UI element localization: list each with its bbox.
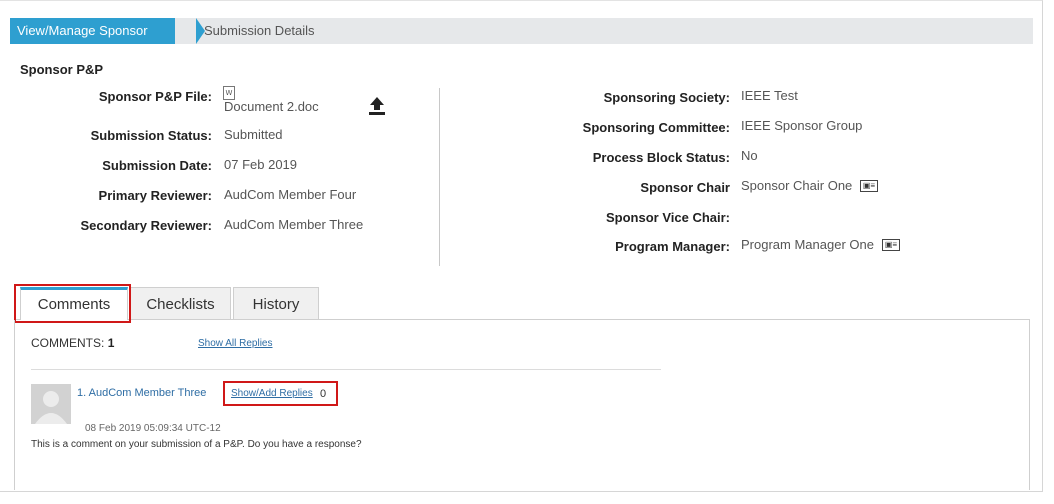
sponsoring-society-label: Sponsoring Society: [603, 90, 730, 105]
sponsoring-committee-value: IEEE Sponsor Group [741, 118, 863, 133]
word-doc-icon[interactable]: W [223, 86, 235, 100]
sponsor-vice-chair-label: Sponsor Vice Chair: [605, 210, 730, 225]
comment-text: This is a comment on your submission of … [31, 439, 362, 450]
comment-author[interactable]: 1. AudCom Member Three [77, 387, 206, 399]
highlight-box-comments-tab [14, 284, 131, 323]
column-divider [439, 88, 440, 266]
comments-count-value: 1 [107, 336, 115, 350]
submission-status-value: Submitted [224, 127, 283, 142]
sponsoring-committee-label: Sponsoring Committee: [582, 120, 730, 135]
program-manager-value: Program Manager One [741, 237, 874, 252]
program-manager-label: Program Manager: [615, 239, 730, 254]
file-label: Sponsor P&P File: [98, 89, 212, 104]
highlight-box-show-add-replies [223, 381, 338, 406]
process-block-status-label: Process Block Status: [592, 150, 730, 165]
primary-reviewer-label: Primary Reviewer: [98, 188, 212, 203]
submission-date-value: 07 Feb 2019 [224, 157, 298, 172]
secondary-reviewer-value: AudCom Member Three [224, 217, 364, 232]
avatar [31, 384, 71, 424]
sponsoring-society-value: IEEE Test [741, 88, 798, 103]
section-title: Sponsor P&P [20, 62, 104, 77]
submission-status-label: Submission Status: [90, 128, 212, 143]
contact-card-icon[interactable]: ▣≡ [860, 180, 878, 192]
comments-count-label: COMMENTS: [31, 336, 105, 350]
secondary-reviewer-label: Secondary Reviewer: [80, 218, 212, 233]
contact-card-icon[interactable]: ▣≡ [882, 239, 900, 251]
file-name-link[interactable]: Document 2.doc [224, 99, 319, 114]
tab-checklists[interactable]: Checklists [130, 287, 231, 319]
sponsor-chair-label: Sponsor Chair [640, 180, 730, 195]
breadcrumb-item-view-manage[interactable]: View/Manage Sponsor P&Ps [10, 18, 175, 64]
breadcrumb: View/Manage Sponsor P&Ps Submission Deta… [10, 18, 1033, 64]
sponsor-chair-value: Sponsor Chair One [741, 178, 853, 193]
tab-history[interactable]: History [233, 287, 319, 319]
upload-icon[interactable] [368, 96, 386, 116]
avatar-placeholder-icon [35, 391, 67, 424]
comments-count: COMMENTS: 1 [31, 336, 114, 350]
breadcrumb-item-submission-details: Submission Details [204, 23, 315, 38]
show-all-replies-link[interactable]: Show All Replies [198, 338, 272, 349]
process-block-status-value: No [741, 148, 758, 163]
comments-divider [31, 369, 661, 370]
comments-panel [14, 320, 1030, 490]
comment-timestamp: 08 Feb 2019 05:09:34 UTC-12 [85, 423, 221, 434]
submission-date-label: Submission Date: [102, 158, 212, 173]
primary-reviewer-value: AudCom Member Four [224, 187, 357, 202]
